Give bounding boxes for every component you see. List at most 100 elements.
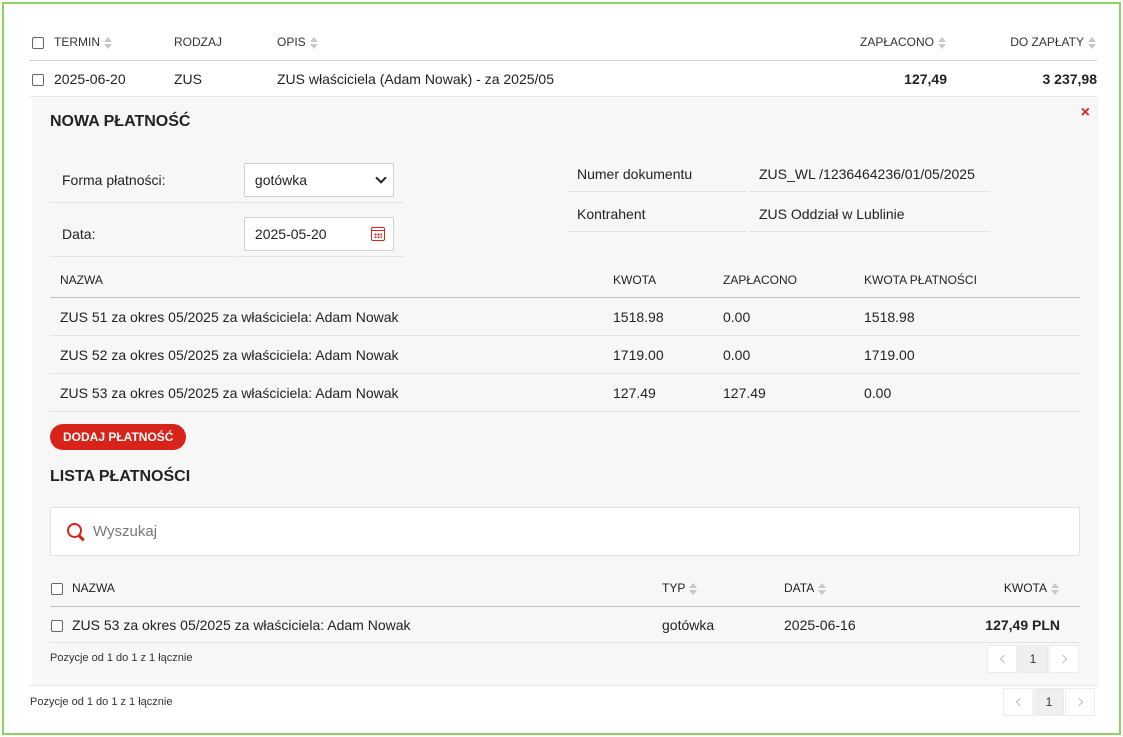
chevron-right-icon (1058, 654, 1067, 664)
payment-type: gotówka (662, 616, 715, 633)
payment-date: 2025-06-16 (784, 616, 856, 633)
search-input[interactable] (93, 523, 993, 540)
main-table: TERMIN RODZAJ OPIS ZAPŁACONO DO ZAPŁATY … (30, 24, 1097, 97)
date-label: Data: (50, 211, 234, 257)
col-opis-label: OPIS (277, 35, 306, 49)
row-opis: ZUS właściciela (Adam Nowak) - za 2025/0… (277, 70, 554, 87)
payments-pagination: 1 (987, 645, 1079, 673)
panel-title: NOWA PŁATNOŚĆ (50, 113, 191, 130)
payment-name: ZUS 53 za okres 05/2025 za właściciela: … (72, 616, 411, 633)
col-termin-label: TERMIN (54, 35, 100, 49)
new-payment-panel: × NOWA PŁATNOŚĆ Forma płatności: gotówka… (32, 98, 1098, 686)
date-input[interactable]: 2025-05-20 (243, 216, 394, 251)
search-icon (67, 522, 85, 541)
document-number-row: Numer dokumentu ZUS_WL /1236464236/01/05… (567, 156, 990, 192)
items-table: NAZWA KWOTA ZAPŁACONO KWOTA PŁATNOŚCI ZU… (50, 262, 1080, 412)
contractor-label: Kontrahent (567, 196, 747, 232)
item-kwota: 1719.00 (613, 346, 664, 363)
calendar-icon[interactable] (370, 226, 385, 241)
col-data-label: DATA (784, 581, 815, 595)
payment-amount: 127,49 PLN (985, 616, 1060, 633)
table-row: ZUS 51 za okres 05/2025 za właściciela: … (50, 298, 1080, 336)
date-value: 2025-05-20 (254, 225, 327, 242)
col-zaplacono: ZAPŁACONO (723, 272, 798, 287)
item-kwota: 1518.98 (613, 308, 664, 325)
main-pagination: 1 (1003, 688, 1095, 716)
date-row: Data: 2025-05-20 (50, 211, 404, 257)
sort-icon[interactable] (1088, 36, 1097, 49)
item-name: ZUS 53 za okres 05/2025 za właściciela: … (60, 384, 399, 401)
main-pagination-info: Pozycje od 1 do 1 z 1 łącznie (30, 696, 173, 708)
col-do-zaplaty[interactable]: DO ZAPŁATY (947, 35, 1097, 49)
item-kwota-platnosci: 1719.00 (864, 346, 915, 363)
sort-icon[interactable] (309, 36, 319, 49)
col-data[interactable]: DATA (784, 581, 934, 595)
prev-page-button[interactable] (1003, 688, 1033, 716)
col-kwota-platnosci: KWOTA PŁATNOŚCI (864, 272, 977, 287)
table-row: ZUS 52 za okres 05/2025 za właściciela: … (50, 336, 1080, 374)
document-number-label: Numer dokumentu (567, 156, 747, 192)
item-zaplacono: 0.00 (723, 308, 751, 325)
item-name: ZUS 51 za okres 05/2025 za właściciela: … (60, 308, 399, 325)
item-kwota-platnosci: 1518.98 (864, 308, 915, 325)
page-button[interactable]: 1 (1034, 688, 1064, 716)
item-zaplacono: 0.00 (723, 346, 751, 363)
payment-form-select[interactable]: gotówka (243, 162, 394, 197)
app-frame: TERMIN RODZAJ OPIS ZAPŁACONO DO ZAPŁATY … (2, 2, 1121, 735)
item-zaplacono: 127.49 (723, 384, 766, 401)
item-kwota: 127.49 (613, 384, 656, 401)
sort-icon[interactable] (818, 582, 827, 595)
row-checkbox[interactable] (32, 73, 44, 86)
row-do-zaplaty: 3 237,98 (1042, 70, 1098, 87)
col-kwota-label: KWOTA (1003, 581, 1047, 595)
document-number-value: ZUS_WL /1236464236/01/05/2025 (750, 156, 990, 192)
col-do-zaplaty-label: DO ZAPŁATY (1010, 35, 1084, 49)
payments-table: NAZWA TYP DATA KWOTA ZUS 53 za okres 05/… (50, 570, 1080, 643)
payments-pagination-info: Pozycje od 1 do 1 z 1 łącznie (50, 652, 193, 664)
payment-list-title: LISTA PŁATNOŚCI (50, 468, 191, 485)
item-kwota-platnosci: 0.00 (864, 384, 892, 401)
table-row[interactable]: ZUS 53 za okres 05/2025 za właściciela: … (50, 607, 1080, 643)
select-all-checkbox[interactable] (51, 582, 63, 595)
select-all-checkbox[interactable] (32, 36, 44, 49)
contractor-row: Kontrahent ZUS Oddział w Lublinie (567, 196, 990, 232)
col-nazwa: NAZWA (60, 272, 103, 287)
next-page-button[interactable] (1049, 645, 1079, 673)
chevron-left-icon (999, 654, 1008, 664)
col-termin[interactable]: TERMIN (54, 35, 174, 49)
col-kwota: KWOTA (613, 272, 657, 287)
sort-icon[interactable] (104, 36, 113, 49)
payment-form-row: Forma płatności: gotówka (50, 157, 404, 203)
row-checkbox[interactable] (51, 619, 63, 632)
divider (30, 685, 1097, 686)
contractor-value: ZUS Oddział w Lublinie (750, 196, 990, 232)
col-kwota[interactable]: KWOTA (934, 581, 1070, 595)
table-row[interactable]: 2025-06-20 ZUS ZUS właściciela (Adam Now… (30, 61, 1097, 97)
row-termin: 2025-06-20 (54, 70, 126, 87)
col-opis[interactable]: OPIS (277, 35, 767, 49)
col-nazwa: NAZWA (72, 581, 115, 595)
next-page-button[interactable] (1065, 688, 1095, 716)
items-table-header: NAZWA KWOTA ZAPŁACONO KWOTA PŁATNOŚCI (50, 262, 1080, 298)
close-icon[interactable]: × (1081, 104, 1090, 122)
chevron-right-icon (1074, 697, 1083, 707)
payments-table-header: NAZWA TYP DATA KWOTA (50, 570, 1080, 607)
table-row: ZUS 53 za okres 05/2025 za właściciela: … (50, 374, 1080, 412)
sort-icon[interactable] (1051, 582, 1060, 595)
row-rodzaj: ZUS (174, 70, 202, 87)
chevron-down-icon (375, 171, 387, 184)
col-zaplacono-label: ZAPŁACONO (859, 35, 934, 49)
page-button[interactable]: 1 (1018, 645, 1048, 673)
search-box (50, 507, 1080, 556)
col-zaplacono[interactable]: ZAPŁACONO (767, 35, 947, 49)
payment-form-value: gotówka (254, 171, 308, 188)
item-name: ZUS 52 za okres 05/2025 za właściciela: … (60, 346, 399, 363)
col-typ[interactable]: TYP (662, 581, 784, 595)
prev-page-button[interactable] (987, 645, 1017, 673)
sort-icon[interactable] (689, 582, 698, 595)
chevron-left-icon (1015, 697, 1024, 707)
col-rodzaj: RODZAJ (174, 35, 222, 49)
sort-icon[interactable] (938, 36, 947, 49)
add-payment-button[interactable]: DODAJ PŁATNOŚĆ (50, 424, 187, 450)
col-typ-label: TYP (662, 581, 686, 595)
